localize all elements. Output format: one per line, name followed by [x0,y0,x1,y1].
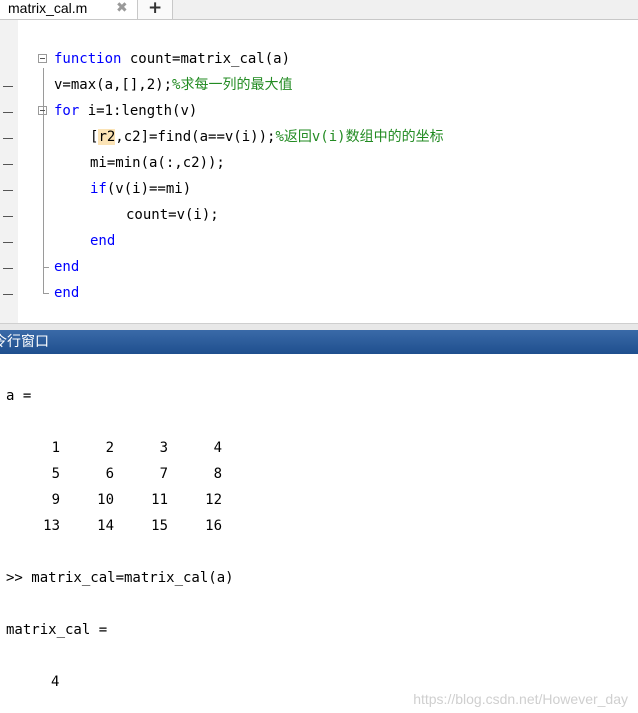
code-line-6: if(v(i)==mi) [0,176,638,202]
breakpoint-marker[interactable] [3,98,13,124]
matrix-cell: 6 [105,466,114,482]
fold-toggle-icon[interactable] [38,54,47,63]
breakpoint-marker[interactable] [3,150,13,176]
output-var-a: a = [6,388,32,404]
code-keyword: end [54,285,80,301]
highlighted-variable: r2 [98,129,116,145]
code-line-3: for i=1:length(v) [0,98,638,124]
matrix-cell: 14 [97,518,114,534]
breakpoint-marker[interactable] [3,124,13,150]
code-keyword: end [90,233,116,249]
matrix-cell: 3 [159,440,168,456]
code-text: (v(i)==mi) [106,181,192,197]
breakpoint-marker[interactable] [3,228,13,254]
breakpoint-marker[interactable] [3,280,13,306]
matrix-cell: 8 [213,466,222,482]
matrix-cell: 7 [159,466,168,482]
code-comment: %返回v(i)数组中的的坐标 [275,129,444,145]
code-text: count=matrix_cal(a) [121,51,291,67]
code-line-9: end [0,254,638,280]
code-line-7: count=v(i); [0,202,638,228]
matrix-cell: 13 [43,518,60,534]
command-window-title: 令行窗口 [0,334,49,350]
code-keyword: if [90,181,107,197]
matrix-cell: 1 [51,440,60,456]
code-keyword: for [54,103,80,119]
breakpoint-marker[interactable] [3,254,13,280]
code-keyword: end [54,259,80,275]
code-line-2: v=max(a,[],2);%求每一列的最大值 [0,72,638,98]
editor-tab-bar: matrix_cal.m ✖ + [0,0,638,20]
file-tab-title: matrix_cal.m [8,0,88,16]
code-line-5: mi=min(a(:,c2)); [0,150,638,176]
matrix-cell: 15 [151,518,168,534]
breakpoint-marker[interactable] [3,72,13,98]
code-text: ,c2]=find(a==v(i)); [115,129,276,145]
code-text: v=max(a,[],2); [54,77,173,93]
matrix-cell: 5 [51,466,60,482]
file-tab[interactable]: matrix_cal.m ✖ [0,0,138,19]
code-text: count=v(i); [126,207,219,223]
matrix-cell: 4 [213,440,222,456]
fold-toggle-icon[interactable] [38,106,47,115]
matrix-cell: 12 [205,492,222,508]
output-result-value: 4 [51,674,60,690]
plus-icon: + [148,0,163,18]
new-tab-button[interactable]: + [138,0,173,19]
code-editor[interactable]: function count=matrix_cal(a) v=max(a,[],… [0,20,638,323]
breakpoint-marker[interactable] [3,202,13,228]
command-window[interactable]: a = 1 2 3 4 5 6 7 8 9 10 11 12 13 14 15 … [0,354,638,713]
watermark-text: https://blog.csdn.net/However_day [413,691,628,707]
matrix-cell: 10 [97,492,114,508]
matrix-cell: 16 [205,518,222,534]
command-window-header: 令行窗口 [0,330,638,354]
code-line-10: end [0,280,638,306]
matrix-cell: 2 [105,440,114,456]
breakpoint-marker[interactable] [3,176,13,202]
output-result-label: matrix_cal = [6,622,108,638]
code-keyword: function [54,51,122,67]
matrix-cell: 11 [151,492,168,508]
code-text: i=1:length(v) [79,103,198,119]
code-line-1: function count=matrix_cal(a) [0,46,638,72]
matrix-cell: 9 [51,492,60,508]
close-icon[interactable]: ✖ [116,0,128,17]
command-prompt: >> matrix_cal=matrix_cal(a) [6,570,234,586]
code-comment: %求每一列的最大值 [172,77,293,93]
code-text: mi=min(a(:,c2)); [90,155,225,171]
code-line-4: [r2,c2]=find(a==v(i));%返回v(i)数组中的的坐标 [0,124,638,150]
code-line-8: end [0,228,638,254]
